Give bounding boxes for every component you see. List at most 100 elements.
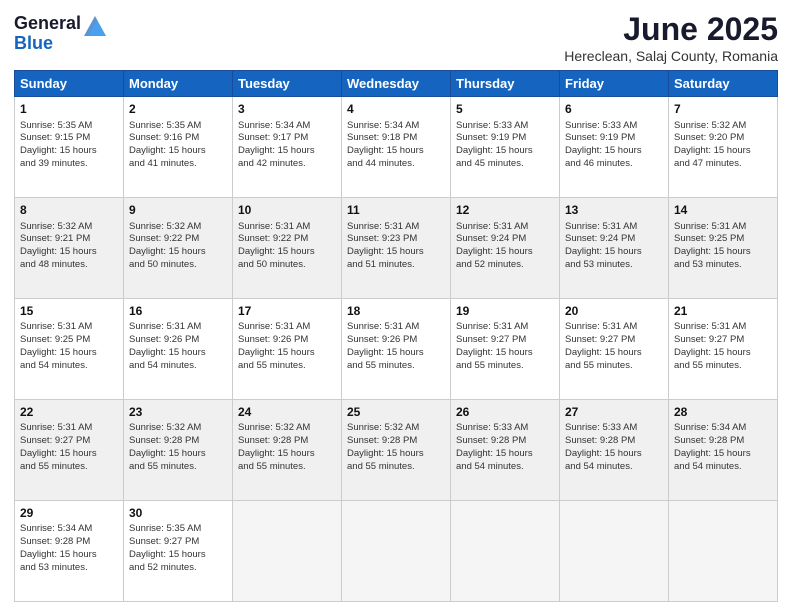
page: General Blue June 2025 Hereclean, Salaj … [0,0,792,612]
day-info-line: Sunrise: 5:31 AM [565,321,663,334]
day-info-line: Daylight: 15 hours [20,145,118,158]
day-info-line: Daylight: 15 hours [20,246,118,259]
day-info-line: Daylight: 15 hours [129,246,227,259]
day-info-line: Daylight: 15 hours [238,448,336,461]
day-info-line: Daylight: 15 hours [20,448,118,461]
day-number: 1 [20,101,118,117]
day-number: 21 [674,303,772,319]
day-info-line: and 46 minutes. [565,158,663,171]
day-info-line: and 54 minutes. [20,360,118,373]
day-info-line: Sunrise: 5:31 AM [456,321,554,334]
day-info-line: Sunrise: 5:33 AM [456,120,554,133]
day-info-line: Sunset: 9:21 PM [20,233,118,246]
day-info-line: Sunset: 9:28 PM [238,435,336,448]
day-info-line: Daylight: 15 hours [456,347,554,360]
day-info-line: Sunset: 9:19 PM [565,132,663,145]
calendar-cell: 14Sunrise: 5:31 AMSunset: 9:25 PMDayligh… [669,198,778,299]
calendar-cell [669,501,778,602]
day-info-line: Sunset: 9:19 PM [456,132,554,145]
day-info-line: Daylight: 15 hours [456,448,554,461]
day-info-line: Sunrise: 5:32 AM [129,221,227,234]
day-info-line: Sunrise: 5:34 AM [20,523,118,536]
day-info-line: Sunrise: 5:32 AM [238,422,336,435]
calendar-header-tuesday: Tuesday [233,71,342,97]
calendar-cell: 13Sunrise: 5:31 AMSunset: 9:24 PMDayligh… [560,198,669,299]
logo-icon [84,16,106,41]
day-number: 24 [238,404,336,420]
day-info-line: Sunset: 9:28 PM [347,435,445,448]
day-info-line: Daylight: 15 hours [674,145,772,158]
day-info-line: and 45 minutes. [456,158,554,171]
day-number: 28 [674,404,772,420]
calendar-cell: 30Sunrise: 5:35 AMSunset: 9:27 PMDayligh… [124,501,233,602]
day-info-line: Sunset: 9:23 PM [347,233,445,246]
day-info-line: Sunset: 9:28 PM [674,435,772,448]
day-info-line: Daylight: 15 hours [456,246,554,259]
day-number: 3 [238,101,336,117]
day-info-line: Daylight: 15 hours [565,145,663,158]
calendar-week-1: 1Sunrise: 5:35 AMSunset: 9:15 PMDaylight… [15,97,778,198]
day-info-line: Sunset: 9:27 PM [129,536,227,549]
day-number: 22 [20,404,118,420]
calendar-cell: 18Sunrise: 5:31 AMSunset: 9:26 PMDayligh… [342,299,451,400]
day-info-line: Sunrise: 5:31 AM [20,422,118,435]
calendar-cell: 3Sunrise: 5:34 AMSunset: 9:17 PMDaylight… [233,97,342,198]
day-info-line: Sunset: 9:27 PM [456,334,554,347]
day-info-line: and 53 minutes. [20,562,118,575]
day-info-line: Sunset: 9:26 PM [238,334,336,347]
day-number: 17 [238,303,336,319]
day-info-line: Sunset: 9:28 PM [129,435,227,448]
day-info-line: Sunrise: 5:31 AM [674,321,772,334]
calendar-cell: 19Sunrise: 5:31 AMSunset: 9:27 PMDayligh… [451,299,560,400]
day-info-line: and 54 minutes. [129,360,227,373]
calendar-header-saturday: Saturday [669,71,778,97]
day-info-line: and 55 minutes. [347,461,445,474]
day-info-line: Sunset: 9:22 PM [238,233,336,246]
day-info-line: Sunset: 9:28 PM [20,536,118,549]
day-info-line: Sunrise: 5:35 AM [129,523,227,536]
day-info-line: Daylight: 15 hours [674,347,772,360]
title-area: June 2025 Hereclean, Salaj County, Roman… [564,10,778,64]
calendar-cell: 10Sunrise: 5:31 AMSunset: 9:22 PMDayligh… [233,198,342,299]
day-info-line: Sunset: 9:27 PM [674,334,772,347]
main-title: June 2025 [564,10,778,48]
calendar-cell: 8Sunrise: 5:32 AMSunset: 9:21 PMDaylight… [15,198,124,299]
day-info-line: Daylight: 15 hours [238,246,336,259]
calendar-cell: 11Sunrise: 5:31 AMSunset: 9:23 PMDayligh… [342,198,451,299]
day-number: 25 [347,404,445,420]
day-info-line: Sunset: 9:16 PM [129,132,227,145]
day-info-line: Sunset: 9:18 PM [347,132,445,145]
day-info-line: Sunrise: 5:32 AM [347,422,445,435]
day-info-line: Daylight: 15 hours [674,246,772,259]
day-info-line: and 47 minutes. [674,158,772,171]
day-info-line: Daylight: 15 hours [347,246,445,259]
calendar-week-4: 22Sunrise: 5:31 AMSunset: 9:27 PMDayligh… [15,400,778,501]
day-number: 27 [565,404,663,420]
day-info-line: Sunset: 9:15 PM [20,132,118,145]
day-info-line: Sunset: 9:24 PM [456,233,554,246]
day-info-line: and 55 minutes. [238,461,336,474]
day-info-line: Daylight: 15 hours [238,145,336,158]
day-info-line: Daylight: 15 hours [347,347,445,360]
day-info-line: and 54 minutes. [565,461,663,474]
logo: General Blue [14,14,106,54]
day-info-line: Sunrise: 5:31 AM [565,221,663,234]
calendar-cell: 4Sunrise: 5:34 AMSunset: 9:18 PMDaylight… [342,97,451,198]
day-number: 4 [347,101,445,117]
day-info-line: Daylight: 15 hours [565,246,663,259]
calendar-cell: 2Sunrise: 5:35 AMSunset: 9:16 PMDaylight… [124,97,233,198]
day-number: 7 [674,101,772,117]
day-number: 16 [129,303,227,319]
calendar-cell: 5Sunrise: 5:33 AMSunset: 9:19 PMDaylight… [451,97,560,198]
day-info-line: Sunrise: 5:31 AM [129,321,227,334]
day-number: 2 [129,101,227,117]
calendar-cell: 12Sunrise: 5:31 AMSunset: 9:24 PMDayligh… [451,198,560,299]
logo-blue: Blue [14,34,81,54]
day-number: 6 [565,101,663,117]
calendar-week-3: 15Sunrise: 5:31 AMSunset: 9:25 PMDayligh… [15,299,778,400]
day-info-line: and 39 minutes. [20,158,118,171]
day-info-line: Sunset: 9:26 PM [129,334,227,347]
day-info-line: and 48 minutes. [20,259,118,272]
day-info-line: and 55 minutes. [129,461,227,474]
day-info-line: and 41 minutes. [129,158,227,171]
